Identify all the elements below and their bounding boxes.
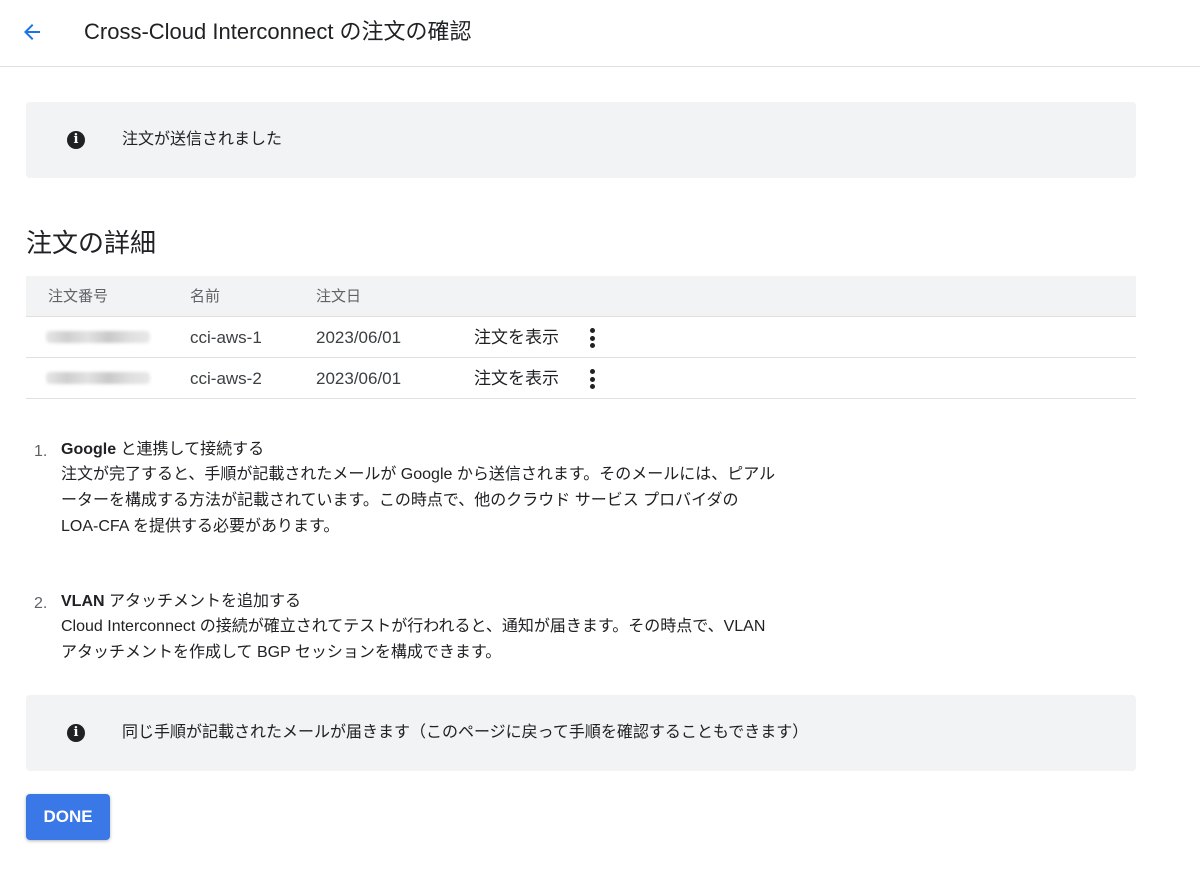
table-header: 注文番号 名前 注文日 bbox=[26, 276, 1136, 317]
done-button[interactable]: DONE bbox=[26, 794, 110, 840]
step-description: 注文が完了すると、手順が記載されたメールが Google から送信されます。その… bbox=[61, 466, 776, 535]
more-vert-icon[interactable] bbox=[584, 367, 600, 391]
back-button[interactable] bbox=[12, 12, 52, 52]
order-date: 2023/06/01 bbox=[316, 328, 402, 347]
view-order-link[interactable]: 注文を表示 bbox=[474, 327, 559, 349]
step-title: Google と連携して接続する bbox=[61, 441, 265, 458]
page-title: Cross-Cloud Interconnect の注文の確認 bbox=[84, 19, 472, 44]
order-name: cci-aws-1 bbox=[190, 328, 262, 347]
order-table: 注文番号 名前 注文日 cci-aws-1 2023/06/01 注文を表示 c… bbox=[26, 276, 1136, 399]
order-submitted-banner: i 注文が送信されました bbox=[26, 102, 1136, 178]
order-date: 2023/06/01 bbox=[316, 369, 402, 388]
column-header-order-date: 注文日 bbox=[316, 288, 362, 305]
email-info-banner: i 同じ手順が記載されたメールが届きます（このページに戻って手順を確認することも… bbox=[26, 695, 1136, 771]
redacted-order-number bbox=[46, 331, 150, 343]
column-header-order-number: 注文番号 bbox=[48, 288, 109, 305]
order-name: cci-aws-2 bbox=[190, 369, 262, 388]
arrow-back-icon bbox=[24, 24, 40, 40]
column-header-name: 名前 bbox=[190, 288, 221, 305]
step-title: VLAN アタッチメントを追加する bbox=[61, 593, 302, 610]
info-icon: i bbox=[67, 131, 85, 149]
order-details-title: 注文の詳細 bbox=[26, 228, 157, 258]
banner-message: 注文が送信されました bbox=[122, 131, 283, 148]
step-description: Cloud Interconnect の接続が確立されてテストが行われると、通知… bbox=[61, 618, 766, 661]
step-number: 2. bbox=[34, 595, 48, 612]
banner-message: 同じ手順が記載されたメールが届きます（このページに戻って手順を確認することもでき… bbox=[122, 724, 809, 741]
more-vert-icon[interactable] bbox=[584, 326, 600, 350]
step-number: 1. bbox=[34, 443, 48, 460]
page-header: Cross-Cloud Interconnect の注文の確認 bbox=[0, 0, 1200, 67]
view-order-link[interactable]: 注文を表示 bbox=[474, 368, 559, 390]
redacted-order-number bbox=[46, 372, 150, 384]
table-row: cci-aws-1 2023/06/01 注文を表示 bbox=[26, 317, 1136, 358]
table-row: cci-aws-2 2023/06/01 注文を表示 bbox=[26, 358, 1136, 399]
info-icon: i bbox=[67, 724, 85, 742]
